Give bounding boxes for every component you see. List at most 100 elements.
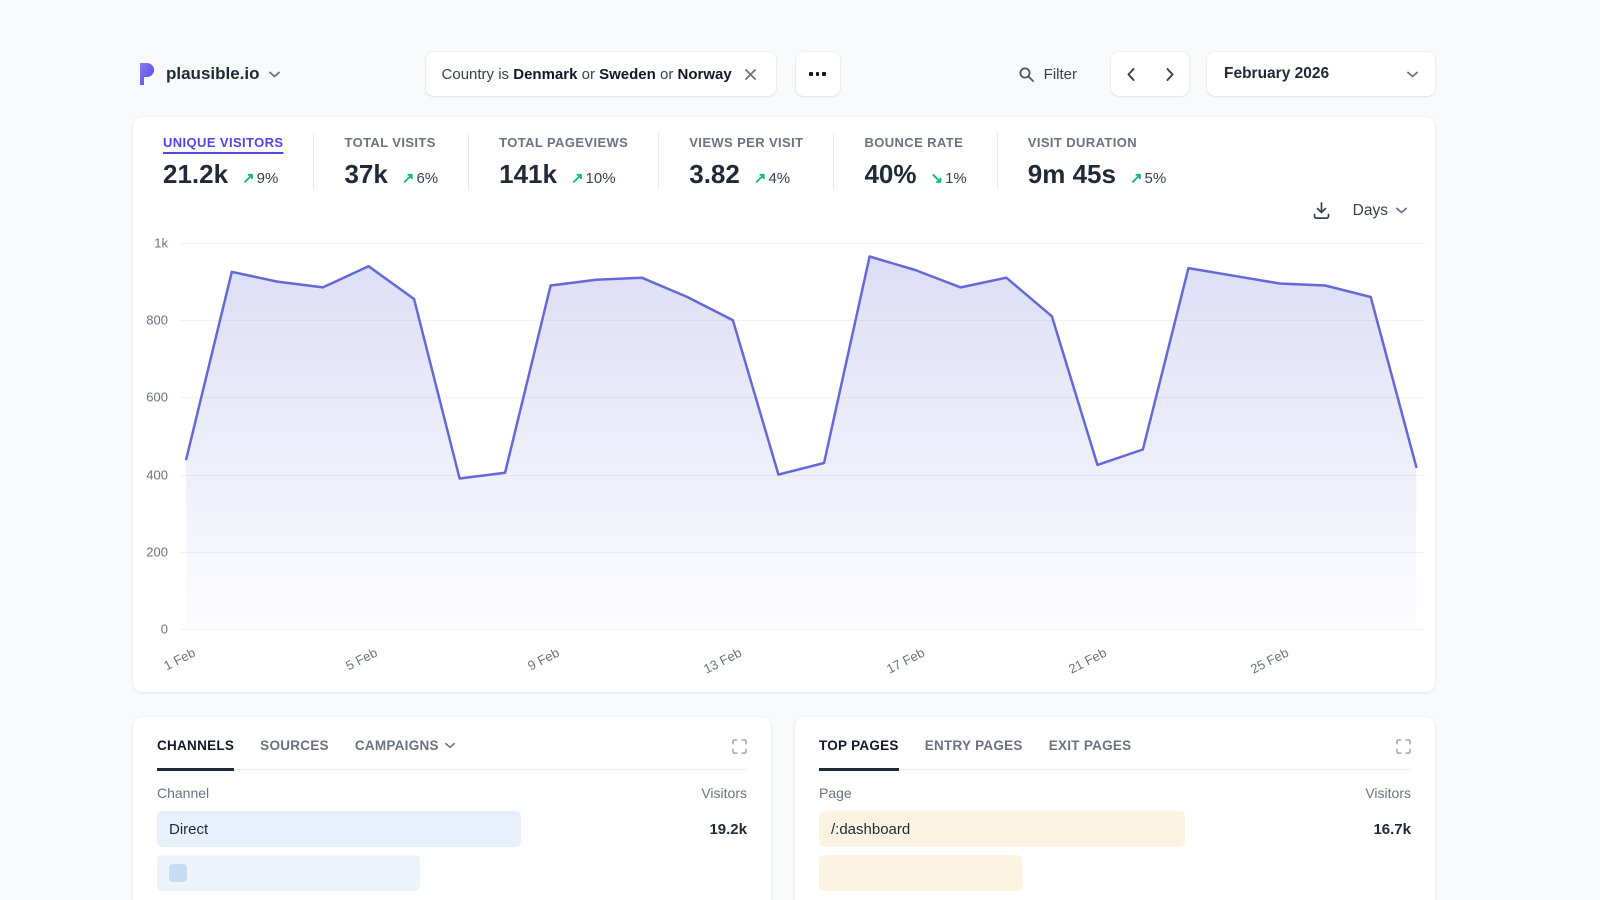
chart-svg	[180, 243, 1425, 629]
arrow-up-right-icon: ↗	[1130, 170, 1143, 187]
arrow-up-right-icon: ↗	[571, 170, 584, 187]
table-row-dashboard[interactable]: /:dashboard 16.7k	[819, 811, 1411, 847]
x-axis-tick-label: 13 Feb	[701, 645, 744, 677]
tab-exit-pages[interactable]: EXIT PAGES	[1049, 738, 1132, 771]
bottom-panels: CHANNELS SOURCES CAMPAIGNS Channel Visit…	[133, 717, 1435, 900]
next-period-button[interactable]	[1150, 52, 1189, 96]
gridline	[180, 629, 1425, 630]
tab-sources[interactable]: SOURCES	[260, 738, 329, 771]
plausible-logo-icon	[137, 62, 157, 86]
pages-table-header: Page Visitors	[819, 785, 1411, 801]
pages-tabs-row: TOP PAGES ENTRY PAGES EXIT PAGES	[819, 738, 1411, 770]
stat-value: 37k	[344, 159, 387, 190]
pages-rows: /:dashboard 16.7k	[819, 811, 1411, 891]
stat-visit-duration[interactable]: VISIT DURATION 9m 45s ↗5%	[1028, 133, 1196, 190]
y-axis-tick-label: 800	[146, 313, 168, 328]
filter-button-label: Filter	[1044, 66, 1077, 83]
period-nav	[1111, 52, 1189, 96]
chevron-down-icon	[445, 742, 455, 749]
expand-channels-button[interactable]	[732, 739, 747, 768]
stat-value: 141k	[499, 159, 557, 190]
tab-entry-pages[interactable]: ENTRY PAGES	[925, 738, 1023, 771]
top-bar: plausible.io Country is Denmark or Swede…	[133, 52, 1435, 96]
arrow-up-right-icon: ↗	[402, 170, 415, 187]
search-icon	[1018, 66, 1035, 83]
table-row-partial[interactable]	[819, 855, 1411, 891]
stat-label: TOTAL PAGEVIEWS	[499, 135, 628, 150]
country-filter-chip[interactable]: Country is Denmark or Sweden or Norway	[426, 52, 776, 96]
stat-value: 21.2k	[163, 159, 228, 190]
favicon	[169, 864, 187, 882]
value-bar	[819, 855, 1022, 891]
download-icon[interactable]	[1312, 201, 1331, 220]
y-axis-tick-label: 600	[146, 390, 168, 405]
expand-pages-button[interactable]	[1396, 739, 1411, 768]
table-row-partial[interactable]	[157, 855, 747, 891]
stat-delta: ↗6%	[402, 169, 438, 187]
row-label: /:dashboard	[819, 811, 1327, 847]
date-range-picker[interactable]: February 2026	[1207, 52, 1435, 96]
row-label	[157, 855, 663, 891]
stat-value: 3.82	[689, 159, 740, 190]
y-axis-tick-label: 0	[161, 622, 168, 637]
interval-picker[interactable]: Days	[1353, 202, 1407, 220]
stat-label: UNIQUE VISITORS	[163, 135, 283, 150]
arrow-up-right-icon: ↗	[754, 170, 767, 187]
tab-channels[interactable]: CHANNELS	[157, 738, 234, 771]
filter-chip-text: Country is Denmark or Sweden or Norway	[442, 66, 732, 83]
analytics-panel: UNIQUE VISITORS 21.2k ↗9% TOTAL VISITS 3…	[133, 117, 1435, 692]
stat-unique-visitors[interactable]: UNIQUE VISITORS 21.2k ↗9%	[163, 133, 314, 190]
column-header-page: Page	[819, 785, 852, 801]
stat-delta: ↗5%	[1130, 169, 1166, 187]
stat-total-pageviews[interactable]: TOTAL PAGEVIEWS 141k ↗10%	[499, 133, 659, 190]
site-picker[interactable]: plausible.io	[133, 62, 280, 86]
y-axis-tick-label: 200	[146, 544, 168, 559]
chart-area-fill	[186, 257, 1416, 630]
stat-delta: ↗10%	[571, 169, 616, 187]
x-axis-tick-label: 25 Feb	[1248, 645, 1291, 677]
x-axis-tick-label: 9 Feb	[526, 645, 562, 673]
stat-delta: ↘1%	[931, 169, 967, 187]
pages-panel: TOP PAGES ENTRY PAGES EXIT PAGES Page Vi…	[795, 717, 1435, 900]
close-icon	[745, 69, 756, 80]
chevron-down-icon	[269, 71, 280, 78]
interval-label: Days	[1353, 202, 1388, 220]
more-filters-button[interactable]	[796, 52, 840, 96]
stat-label: VIEWS PER VISIT	[689, 135, 803, 150]
visitors-chart: 02004006008001k 1 Feb5 Feb9 Feb13 Feb17 …	[180, 243, 1425, 629]
channels-table-header: Channel Visitors	[157, 785, 747, 801]
stat-value: 40%	[864, 159, 916, 190]
x-axis-tick-label: 21 Feb	[1066, 645, 1109, 677]
filter-button[interactable]: Filter	[1018, 66, 1077, 83]
remove-filter-button[interactable]	[742, 65, 760, 83]
stat-bounce-rate[interactable]: BOUNCE RATE 40% ↘1%	[864, 133, 997, 190]
stat-delta: ↗4%	[754, 169, 790, 187]
expand-icon	[1396, 739, 1411, 754]
channels-panel: CHANNELS SOURCES CAMPAIGNS Channel Visit…	[133, 717, 771, 900]
arrow-down-right-icon: ↘	[931, 170, 944, 187]
row-value: 16.7k	[1327, 821, 1411, 838]
tab-campaigns[interactable]: CAMPAIGNS	[355, 738, 455, 771]
channels-tabs-row: CHANNELS SOURCES CAMPAIGNS	[157, 738, 747, 770]
chart-toolbar: Days	[1312, 201, 1407, 220]
row-value: 19.2k	[663, 821, 747, 838]
column-header-visitors: Visitors	[1365, 785, 1411, 801]
stat-total-visits[interactable]: TOTAL VISITS 37k ↗6%	[344, 133, 469, 190]
stat-label: VISIT DURATION	[1028, 135, 1166, 150]
prev-period-button[interactable]	[1111, 52, 1150, 96]
arrow-up-right-icon: ↗	[242, 170, 255, 187]
date-range-label: February 2026	[1224, 65, 1329, 83]
table-row-direct[interactable]: Direct 19.2k	[157, 811, 747, 847]
x-axis-tick-label: 1 Feb	[161, 645, 197, 673]
chevron-left-icon	[1127, 68, 1135, 81]
stat-views-per-visit[interactable]: VIEWS PER VISIT 3.82 ↗4%	[689, 133, 834, 190]
stat-delta: ↗9%	[242, 169, 278, 187]
site-name: plausible.io	[166, 64, 260, 84]
stat-label: BOUNCE RATE	[864, 135, 966, 150]
y-axis-tick-label: 400	[146, 467, 168, 482]
tab-top-pages[interactable]: TOP PAGES	[819, 738, 899, 771]
column-header-channel: Channel	[157, 785, 209, 801]
y-axis-tick-label: 1k	[154, 236, 168, 251]
chevron-down-icon	[1407, 71, 1418, 78]
column-header-visitors: Visitors	[701, 785, 747, 801]
